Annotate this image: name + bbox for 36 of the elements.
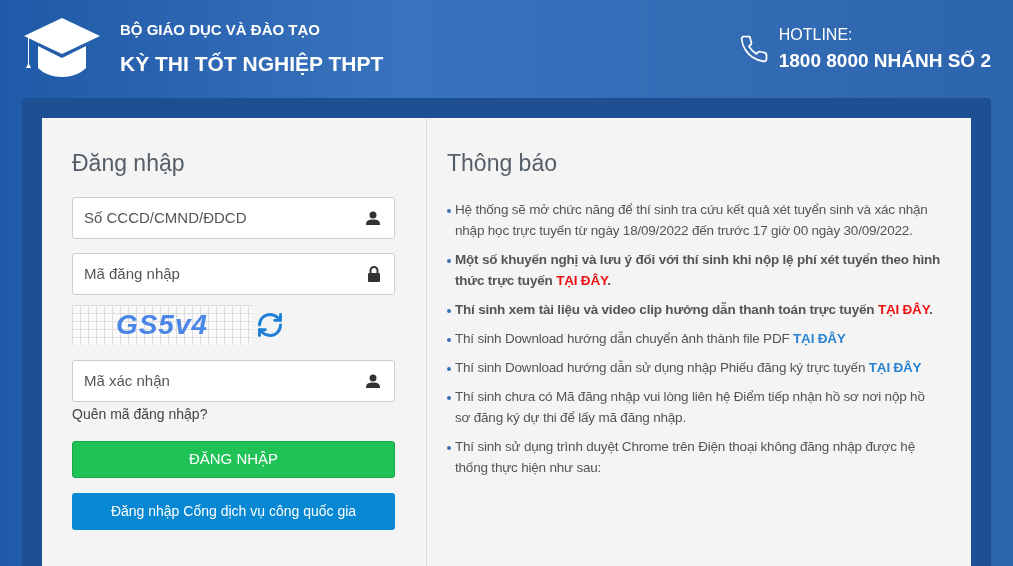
bullet-icon <box>447 308 451 313</box>
bullet-icon <box>447 258 451 263</box>
notice-text: Hệ thống sẽ mở chức năng để thí sinh tra cứu kết quả xét tuyển sinh và xác nhận nhập học trực tuyến từ ngày 18/09/2022 đến trước 17 giờ 00 ngày 30/09/2022. <box>455 200 929 240</box>
notice-text: Thí sinh Download hướng dẫn sử dụng nhập Phiếu đăng ký trực tuyến TẠI ĐÂY <box>455 358 922 377</box>
refresh-captcha-button[interactable] <box>256 310 284 339</box>
notices-heading: Thông báo <box>447 149 558 178</box>
forgot-code-link[interactable]: Quên mã đăng nhập? <box>72 403 395 425</box>
lock-icon <box>367 265 381 282</box>
here-link[interactable]: TẠI ĐÂY <box>877 301 929 317</box>
bullet-icon <box>447 395 451 400</box>
captcha-image: GS5v4 <box>72 304 252 345</box>
phone-icon <box>738 33 769 65</box>
user-icon <box>365 372 381 389</box>
hotline-number: 1800 8000 NHÁNH SỐ 2 <box>778 48 991 73</box>
ministry-name: BỘ GIÁO DỤC VÀ ĐÀO TẠO <box>120 20 321 40</box>
bullet-icon <box>447 208 451 213</box>
here-link[interactable]: TẠI ĐÂY <box>793 330 846 346</box>
login-heading: Đăng nhập <box>72 149 186 178</box>
notice-text: Thí sinh xem tài liệu và video clip hướng dẫn thanh toán trực tuyến TẠI ĐÂY. <box>455 300 933 319</box>
input-field[interactable]: Số CCCD/CMND/ĐDCD <box>72 196 395 239</box>
bullet-icon <box>447 445 451 450</box>
login-button[interactable]: ĐĂNG NHẬP <box>72 440 395 478</box>
notice-text: Thí sinh chưa có Mã đăng nhập vui lòng liên hệ Điểm tiếp nhận hồ sơ nơi nộp hồ sơ đăng ký dự thi để lấy mã đăng nhập. <box>455 387 926 427</box>
here-link[interactable]: TẠI ĐÂY <box>556 272 608 288</box>
national-portal-login-button[interactable]: Đăng nhập Cổng dịch vụ công quốc gia <box>72 492 395 530</box>
exam-title: KỲ THI TỐT NGHIỆP THPT <box>120 50 384 77</box>
notice-text: Một số khuyến nghị và lưu ý đối với thí sinh khi nộp lệ phí xét tuyển theo hình thức trực tuyến TẠI ĐÂY. <box>455 250 942 290</box>
bullet-icon <box>447 337 451 342</box>
user-icon <box>365 209 381 226</box>
notice-text: Thí sinh sử dụng trình duyệt Chrome trên Điện thoại không đăng nhập được hệ thống thực hiện như sau: <box>455 437 916 477</box>
input-field[interactable]: Mã đăng nhập <box>72 252 395 295</box>
here-link[interactable]: TẠI ĐÂY <box>868 359 922 375</box>
hotline-label: HOTLINE: <box>778 24 854 45</box>
input-field[interactable]: Mã xác nhận <box>72 359 395 402</box>
notice-text: Thí sinh Download hướng dẫn chuyển ảnh thành file PDF TẠI ĐÂY <box>455 329 846 348</box>
bullet-icon <box>447 366 451 371</box>
